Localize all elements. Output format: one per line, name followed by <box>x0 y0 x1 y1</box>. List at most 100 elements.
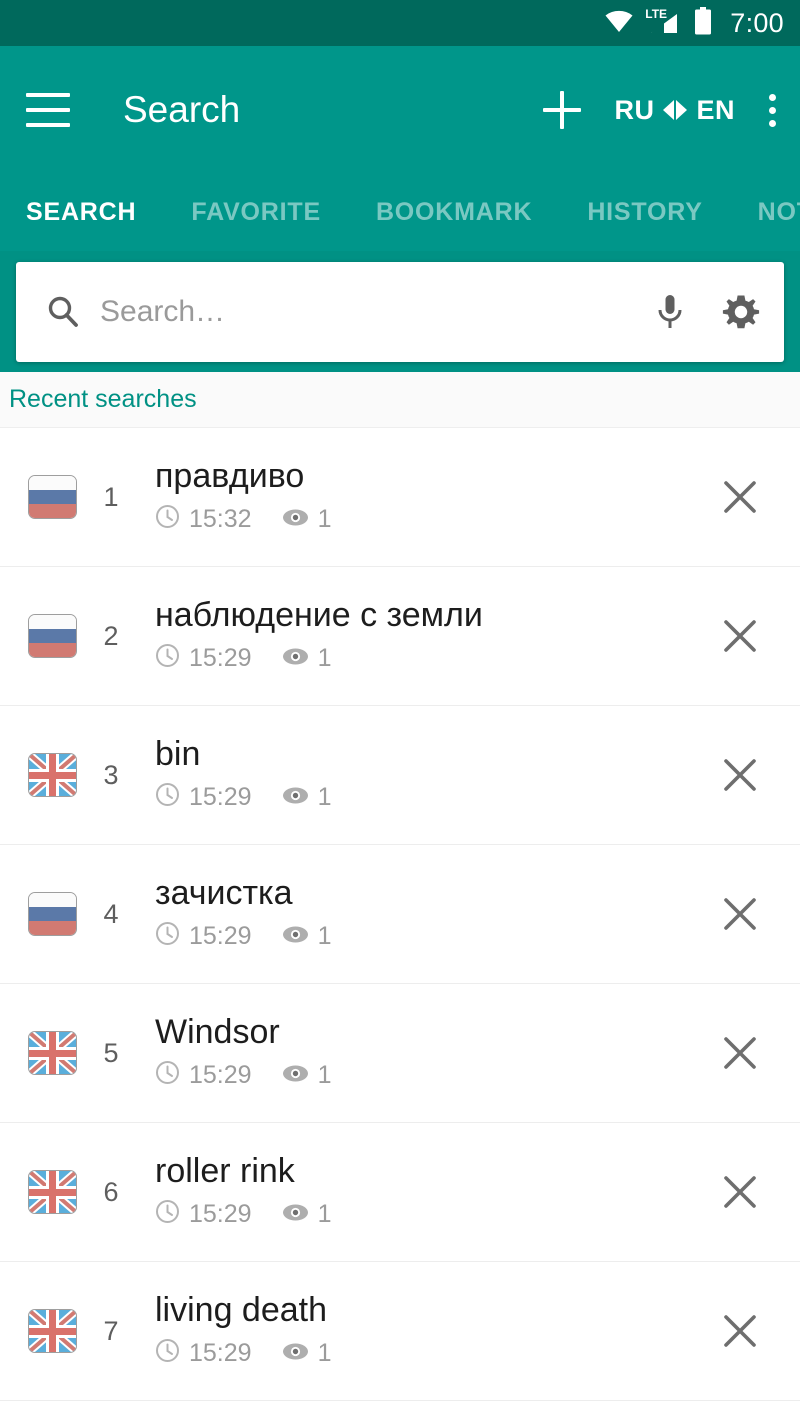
eye-icon <box>282 922 309 951</box>
flag-icon-united-kingdom <box>28 753 77 797</box>
status-bar-clock: 7:00 <box>730 7 784 38</box>
table-row[interactable]: 5 Windsor 15:29 1 <box>0 984 800 1123</box>
more-vertical-icon[interactable] <box>765 90 780 131</box>
flag-icon-united-kingdom <box>28 1170 77 1214</box>
eye-icon <box>282 1061 309 1090</box>
table-row[interactable]: 7 living death 15:29 1 <box>0 1262 800 1401</box>
row-body: наблюдение с земли 15:29 1 <box>155 597 704 674</box>
clock-icon <box>155 782 180 814</box>
search-time: 15:29 <box>189 783 252 812</box>
row-metadata: 15:29 1 <box>155 1338 704 1370</box>
plus-icon <box>543 91 582 129</box>
tab-favorite[interactable]: FAVORITE <box>191 198 321 227</box>
hamburger-menu-icon[interactable] <box>26 93 70 127</box>
row-body: living death 15:29 1 <box>155 1292 704 1369</box>
close-icon[interactable] <box>704 600 776 672</box>
table-row[interactable]: 3 bin 15:29 1 <box>0 706 800 845</box>
search-term: правдиво <box>155 458 305 495</box>
tab-search[interactable]: SEARCH <box>26 198 136 227</box>
search-term: roller rink <box>155 1153 295 1190</box>
search-box[interactable]: Search… <box>16 261 784 362</box>
row-metadata: 15:32 1 <box>155 504 704 536</box>
clock-icon <box>155 1060 180 1092</box>
flag-icon-united-kingdom <box>28 1309 77 1353</box>
tab-bookmark[interactable]: BOOKMARK <box>376 198 532 227</box>
microphone-icon[interactable] <box>656 292 684 332</box>
search-time: 15:29 <box>189 1061 252 1090</box>
recent-searches-header: Recent searches <box>0 372 800 428</box>
row-metadata: 15:29 1 <box>155 782 704 814</box>
table-row[interactable]: 1 правдиво 15:32 1 <box>0 428 800 567</box>
source-language-label: RU <box>614 94 655 125</box>
tab-bar: SEARCH FAVORITE BOOKMARK HISTORY NOTE <box>0 174 800 251</box>
flag-icon-russian <box>28 892 77 936</box>
row-body: правдиво 15:32 1 <box>155 458 704 535</box>
search-term: bin <box>155 736 201 773</box>
search-term: наблюдение с земли <box>155 597 483 634</box>
flag-icon-united-kingdom <box>28 1031 77 1075</box>
search-time: 15:29 <box>189 644 252 673</box>
eye-icon <box>282 505 309 534</box>
clock-icon <box>155 504 180 536</box>
row-index: 6 <box>103 1176 119 1207</box>
eye-icon <box>282 1339 309 1368</box>
page-title: Search <box>123 89 241 130</box>
search-time: 15:32 <box>189 505 252 534</box>
tab-note[interactable]: NOTE <box>758 198 800 227</box>
clock-icon <box>155 643 180 675</box>
wifi-icon <box>604 9 634 38</box>
table-row[interactable]: 6 roller rink 15:29 1 <box>0 1123 800 1262</box>
add-button[interactable] <box>543 91 582 129</box>
flag-icon-russian <box>28 475 77 519</box>
row-index: 2 <box>103 620 119 651</box>
language-swap-control[interactable]: RU EN <box>614 95 735 126</box>
search-bar-container: Search… <box>0 251 800 372</box>
search-time: 15:29 <box>189 1339 252 1368</box>
table-row[interactable]: 2 наблюдение с земли 15:29 1 <box>0 567 800 706</box>
view-count: 1 <box>317 1200 332 1229</box>
flag-icon-russian <box>28 614 77 658</box>
row-metadata: 15:29 1 <box>155 1060 704 1092</box>
close-icon[interactable] <box>704 739 776 811</box>
view-count: 1 <box>317 783 332 812</box>
row-body: bin 15:29 1 <box>155 736 704 813</box>
recent-searches-list: 1 правдиво 15:32 1 2 наблюдение с земли … <box>0 428 800 1401</box>
search-input[interactable]: Search… <box>100 295 656 329</box>
search-term: зачистка <box>155 875 293 912</box>
view-count: 1 <box>317 1339 332 1368</box>
close-icon[interactable] <box>704 461 776 533</box>
search-time: 15:29 <box>189 1200 252 1229</box>
clock-icon <box>155 1199 180 1231</box>
clock-icon <box>155 1338 180 1370</box>
table-row[interactable]: 4 зачистка 15:29 1 <box>0 845 800 984</box>
section-title: Recent searches <box>9 385 197 413</box>
row-index: 3 <box>103 759 119 790</box>
gear-icon[interactable] <box>720 291 762 333</box>
close-icon[interactable] <box>704 1295 776 1367</box>
view-count: 1 <box>317 1061 332 1090</box>
row-body: Windsor 15:29 1 <box>155 1014 704 1091</box>
search-term: living death <box>155 1292 328 1329</box>
app-bar: Search RU EN <box>0 46 800 174</box>
search-time: 15:29 <box>189 922 252 951</box>
search-icon <box>46 295 80 329</box>
swap-languages-icon[interactable] <box>663 100 688 120</box>
row-metadata: 15:29 1 <box>155 921 704 953</box>
row-body: зачистка 15:29 1 <box>155 875 704 952</box>
close-icon[interactable] <box>704 1156 776 1228</box>
row-metadata: 15:29 1 <box>155 643 704 675</box>
view-count: 1 <box>317 644 332 673</box>
tab-history[interactable]: HISTORY <box>587 198 702 227</box>
row-body: roller rink 15:29 1 <box>155 1153 704 1230</box>
eye-icon <box>282 783 309 812</box>
battery-full-icon <box>694 6 712 40</box>
view-count: 1 <box>317 922 332 951</box>
row-index: 5 <box>103 1037 119 1068</box>
close-icon[interactable] <box>704 1017 776 1089</box>
eye-icon <box>282 1200 309 1229</box>
network-type-label: LTE <box>645 7 668 21</box>
status-bar: LTE 7:00 <box>0 0 800 46</box>
close-icon[interactable] <box>704 878 776 950</box>
cellular-signal-icon: LTE <box>645 7 681 35</box>
search-term: Windsor <box>155 1014 280 1051</box>
